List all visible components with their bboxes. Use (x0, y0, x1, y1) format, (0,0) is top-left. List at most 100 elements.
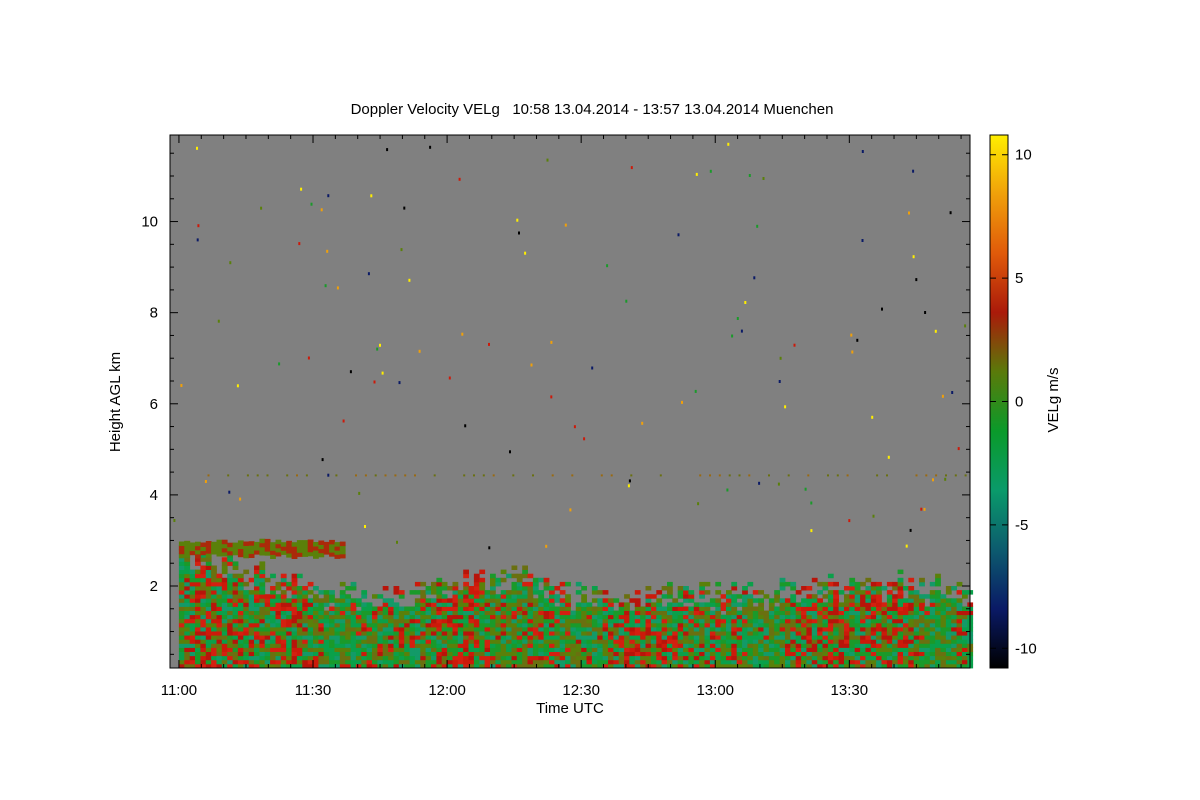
velocity-cell (270, 602, 276, 607)
velocity-cell (618, 614, 625, 620)
velocity-cell (844, 627, 850, 632)
velocity-cell (404, 618, 410, 624)
velocity-cell (431, 627, 437, 632)
velocity-cell (699, 610, 705, 616)
velocity-cell (227, 542, 233, 548)
velocity-cell (790, 631, 797, 636)
velocity-cell (629, 635, 636, 640)
velocity-cell (908, 635, 915, 640)
velocity-cell (211, 651, 217, 657)
velocity-cell (318, 602, 325, 607)
velocity-cell (264, 622, 271, 628)
velocity-cell (704, 618, 711, 624)
velocity-cell (559, 581, 566, 587)
velocity-cell (811, 598, 818, 603)
velocity-cell (473, 581, 480, 587)
velocity-cell (205, 569, 212, 575)
velocity-cell (452, 610, 459, 616)
velocity-cell (345, 598, 351, 603)
velocity-cell (264, 639, 271, 644)
velocity-cell (554, 598, 561, 603)
velocity-cell (195, 594, 201, 599)
velocity-cell (270, 643, 276, 648)
velocity-cell (581, 627, 587, 632)
velocity-cell (511, 590, 518, 595)
velocity-cell (704, 631, 711, 636)
velocity-cell (543, 627, 550, 632)
velocity-cell (184, 602, 191, 607)
velocity-cell (742, 647, 748, 652)
velocity-cell (372, 627, 378, 632)
velocity-cell (763, 659, 770, 665)
velocity-cell (490, 622, 496, 628)
velocity-cell (345, 635, 351, 640)
velocity-cell (237, 639, 244, 644)
velocity-cell (286, 631, 292, 636)
velocity-cell (468, 651, 475, 657)
velocity-cell (334, 598, 341, 603)
velocity-cell (640, 618, 646, 624)
velocity-cell (849, 610, 856, 616)
velocity-cell (495, 598, 502, 603)
velocity-cell (870, 635, 877, 640)
velocity-cell (239, 497, 242, 501)
velocity-cell (630, 474, 633, 477)
velocity-cell (849, 622, 856, 628)
velocity-cell (795, 614, 802, 620)
velocity-cell (259, 577, 266, 583)
velocity-cell (935, 581, 941, 587)
velocity-cell (929, 651, 936, 657)
velocity-cell (817, 647, 823, 652)
velocity-cell (801, 610, 807, 616)
velocity-cell (672, 614, 679, 620)
x-tick-label: 13:00 (696, 682, 734, 699)
velocity-cell (935, 659, 941, 665)
velocity-cell (232, 577, 239, 583)
velocity-cell (849, 594, 856, 599)
velocity-cell (318, 614, 325, 620)
velocity-cell (693, 631, 700, 636)
velocity-cell (693, 655, 700, 661)
velocity-cell (892, 659, 898, 665)
velocity-cell (645, 594, 652, 599)
velocity-cell (382, 602, 389, 607)
velocity-cell (559, 610, 566, 616)
velocity-cell (811, 631, 818, 636)
velocity-cell (543, 586, 550, 591)
velocity-cell (715, 622, 722, 628)
velocity-cell (527, 655, 534, 661)
velocity-cell (624, 614, 630, 620)
velocity-cell (768, 647, 775, 652)
velocity-cell (881, 627, 888, 632)
velocity-cell (618, 639, 625, 644)
velocity-cell (956, 647, 963, 652)
velocity-cell (559, 643, 566, 648)
velocity-cell (178, 639, 185, 644)
velocity-cell (559, 618, 566, 624)
velocity-cell (280, 614, 287, 620)
velocity-cell (758, 655, 764, 661)
velocity-cell (726, 643, 732, 648)
velocity-cell (436, 659, 443, 665)
velocity-cell (688, 647, 695, 652)
velocity-cell (747, 627, 754, 632)
velocity-cell (591, 659, 598, 665)
velocity-cell (516, 573, 523, 579)
velocity-cell (806, 606, 813, 611)
velocity-cell (404, 643, 410, 648)
velocity-cell (431, 631, 437, 636)
velocity-cell (355, 618, 362, 624)
velocity-cell (704, 602, 711, 607)
velocity-cell (441, 631, 448, 636)
velocity-cell (221, 561, 228, 566)
velocity-cell (425, 631, 432, 636)
velocity-cell (516, 614, 523, 620)
velocity-cell (549, 590, 555, 595)
velocity-cell (897, 594, 904, 599)
velocity-cell (575, 614, 582, 620)
velocity-cell (211, 627, 217, 632)
velocity-cell (221, 547, 228, 553)
velocity-cell (549, 635, 555, 640)
velocity-cell (178, 631, 185, 636)
velocity-cell (447, 643, 453, 648)
